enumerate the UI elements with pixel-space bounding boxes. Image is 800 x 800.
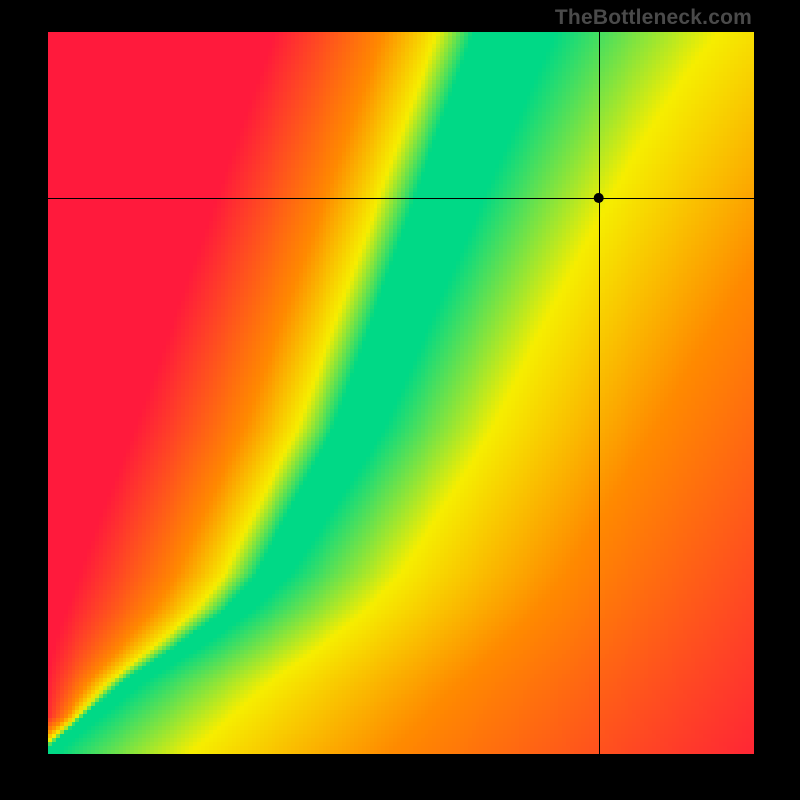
heatmap-canvas [48,32,754,754]
watermark-text: TheBottleneck.com [555,6,752,30]
heatmap-plot [48,32,754,754]
chart-frame: TheBottleneck.com [0,0,800,800]
